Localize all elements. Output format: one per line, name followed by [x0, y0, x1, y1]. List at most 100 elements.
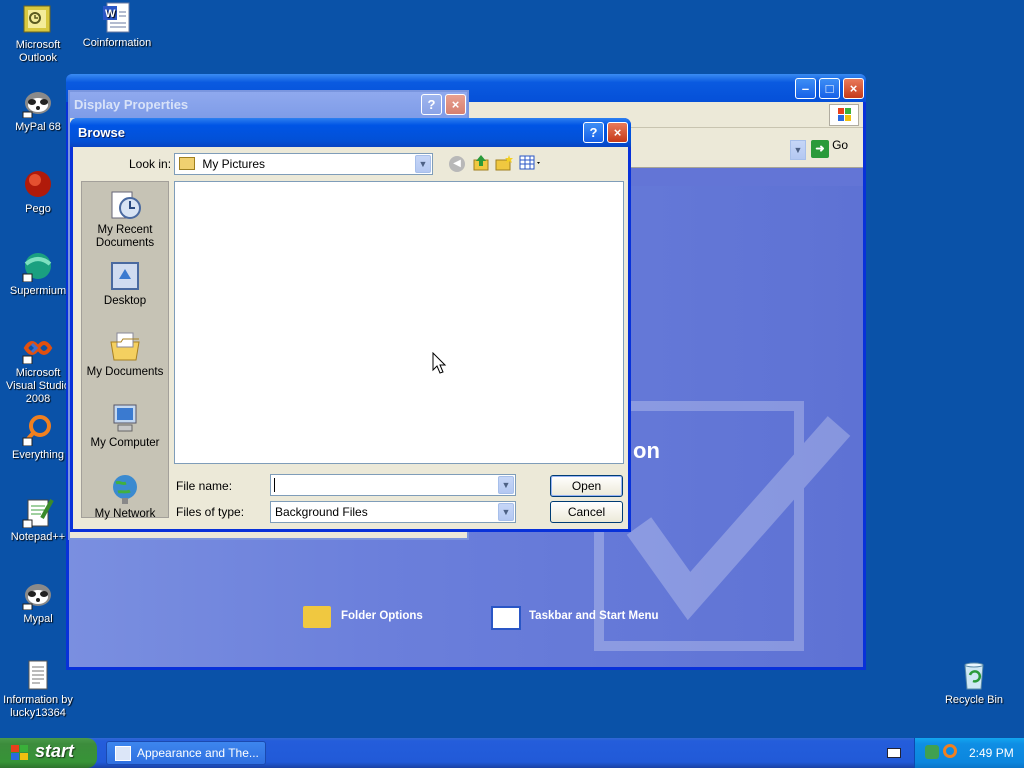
file-list[interactable]	[174, 181, 624, 464]
desktop-icon-mypal68[interactable]: MyPal 68	[0, 86, 76, 134]
visual-studio-icon	[22, 332, 54, 365]
my-network-icon	[108, 472, 142, 506]
display-properties-title: Display Properties	[70, 92, 467, 118]
place-my-documents[interactable]: My Documents	[82, 330, 168, 379]
tray-search-icon[interactable]	[943, 744, 957, 758]
start-button[interactable]: start	[0, 738, 97, 768]
desktop-icon-mypal[interactable]: Mypal	[0, 578, 76, 626]
look-in-dropdown[interactable]: My Pictures ▼	[174, 153, 433, 175]
desktop-icon-label: Recycle Bin	[944, 694, 1004, 706]
close-button[interactable]: ×	[843, 78, 864, 99]
windows-flag-icon	[11, 745, 28, 760]
place-label: Desktop	[103, 295, 147, 307]
keyboard-icon[interactable]	[887, 748, 901, 758]
outlook-icon	[22, 4, 54, 36]
start-label: start	[35, 741, 75, 761]
desktop-icon-supermium[interactable]: Supermium	[0, 250, 76, 298]
clock: 2:49 PM	[969, 746, 1014, 760]
view-grid-icon	[519, 155, 540, 170]
desktop-icon-visual-studio[interactable]: Microsoft Visual Studio 2008	[0, 332, 76, 406]
taskbar-item-appearance[interactable]: Appearance and The...	[106, 741, 266, 765]
file-name-input[interactable]: ▼	[270, 474, 516, 496]
supermium-icon	[22, 250, 54, 283]
view-menu-button[interactable]	[519, 155, 543, 171]
desktop-icon-outlook[interactable]: Microsoft Outlook	[0, 4, 76, 65]
place-label: My Network	[94, 508, 156, 520]
up-folder-icon	[473, 155, 489, 171]
desktop-icon-information[interactable]: Information by lucky13364	[0, 659, 76, 720]
text-document-icon	[22, 659, 54, 691]
folder-options-label: Folder Options	[341, 610, 423, 622]
minimize-button[interactable]: –	[795, 78, 816, 99]
browse-title: Browse	[70, 118, 631, 147]
control-panel-icon	[115, 746, 131, 761]
desktop-icon-label: Microsoft Visual Studio 2008	[5, 367, 70, 405]
open-button[interactable]: Open	[550, 475, 623, 497]
close-button[interactable]: ×	[607, 122, 628, 143]
desktop-icon-label: Coinformation	[82, 37, 152, 49]
look-in-value: My Pictures	[202, 157, 266, 171]
desktop-icon	[108, 259, 142, 293]
desktop-icon-label: Microsoft Outlook	[15, 39, 61, 64]
new-folder-button[interactable]	[495, 154, 513, 172]
raccoon-icon	[22, 578, 54, 611]
help-button[interactable]: ?	[583, 122, 604, 143]
word-document-icon: W	[101, 2, 133, 34]
taskbar-item-label: Appearance and The...	[137, 746, 259, 760]
place-label: My Documents	[86, 366, 164, 378]
raccoon-icon	[22, 86, 54, 119]
text-cursor	[274, 478, 275, 492]
my-documents-icon	[108, 330, 142, 364]
everything-search-icon	[22, 414, 54, 447]
back-button[interactable]: ◀	[449, 156, 465, 172]
desktop-icon-label: Notepad++	[10, 531, 66, 543]
pictures-folder-icon	[179, 157, 195, 170]
recent-documents-icon	[108, 188, 142, 222]
desktop-icon-notepadpp[interactable]: Notepad++	[0, 496, 76, 544]
files-of-type-dropdown[interactable]: Background Files ▼	[270, 501, 516, 523]
place-my-computer[interactable]: My Computer	[82, 401, 168, 450]
go-label: Go	[832, 138, 849, 152]
places-bar: My Recent Documents Desktop My Documents…	[81, 181, 169, 521]
system-tray: 2:49 PM	[914, 738, 1024, 768]
chevron-down-icon: ▼	[415, 155, 431, 173]
desktop-icon-label: Information by lucky13364	[3, 694, 73, 719]
place-label: My Computer	[90, 437, 160, 449]
my-computer-icon	[108, 401, 142, 435]
place-label: My Recent Documents	[95, 224, 155, 249]
files-of-type-label: Files of type:	[176, 505, 245, 519]
desktop-icon-label: Pego	[25, 203, 51, 215]
place-desktop[interactable]: Desktop	[82, 259, 168, 308]
help-button[interactable]: ?	[421, 94, 442, 115]
recycle-bin-icon	[958, 659, 990, 691]
chevron-down-icon: ▼	[498, 503, 514, 521]
place-my-recent-documents[interactable]: My Recent Documents	[82, 188, 168, 250]
desktop-icon-recycle-bin[interactable]: Recycle Bin	[936, 659, 1012, 707]
folder-icon	[303, 606, 331, 628]
desktop-icon-label: MyPal 68	[15, 121, 61, 133]
place-my-network[interactable]: My Network	[82, 472, 168, 521]
maximize-button[interactable]: □	[819, 78, 840, 99]
new-folder-icon	[495, 155, 513, 171]
taskbar: start Appearance and The... 2:49 PM	[0, 738, 1024, 768]
go-button[interactable]: ➜ Go	[811, 138, 859, 162]
mouse-pointer-icon	[432, 352, 447, 374]
files-of-type-value: Background Files	[275, 505, 368, 519]
go-arrow-icon: ➜	[811, 140, 829, 158]
up-folder-button[interactable]	[472, 154, 490, 172]
cancel-button[interactable]: Cancel	[550, 501, 623, 523]
category-heading-partial: on	[633, 438, 660, 463]
tray-app-icon[interactable]	[925, 745, 939, 759]
look-in-label: Look in:	[129, 157, 172, 171]
notepadpp-icon	[22, 496, 54, 529]
pego-icon	[22, 168, 54, 200]
desktop-icon-pego[interactable]: Pego	[0, 168, 76, 216]
close-button[interactable]: ×	[445, 94, 466, 115]
taskbar-start-menu-label: Taskbar and Start Menu	[529, 610, 659, 622]
desktop-icon-label: Everything	[12, 449, 64, 461]
desktop-icon-coinformation[interactable]: W Coinformation	[79, 2, 155, 50]
chevron-down-icon: ▼	[498, 476, 514, 494]
desktop-icon-everything[interactable]: Everything	[0, 414, 76, 462]
desktop-icon-label: Supermium	[9, 285, 67, 297]
address-dropdown-arrow[interactable]: ▼	[790, 140, 806, 160]
